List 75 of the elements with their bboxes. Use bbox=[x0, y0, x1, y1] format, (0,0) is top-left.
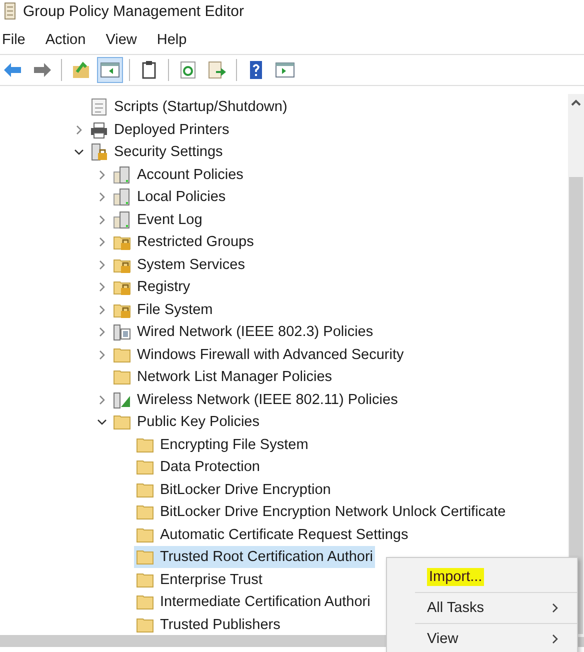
folder-icon bbox=[136, 526, 154, 544]
vertical-scrollbar[interactable] bbox=[568, 94, 584, 637]
tree-item[interactable]: Wired Network (IEEE 802.3) Policies bbox=[111, 321, 376, 344]
tree-item[interactable]: Event Log bbox=[111, 208, 204, 231]
tree-item[interactable]: Registry bbox=[111, 276, 192, 298]
expand-chevron-icon[interactable] bbox=[97, 327, 107, 338]
server-lock-icon bbox=[90, 143, 108, 162]
expand-chevron-icon[interactable] bbox=[97, 304, 107, 315]
script-icon bbox=[90, 98, 108, 116]
panel-icon bbox=[100, 60, 120, 80]
expand-chevron-icon[interactable] bbox=[97, 214, 107, 225]
folder-icon bbox=[136, 480, 154, 499]
tree-item[interactable]: Wireless Network (IEEE 802.11) Policies bbox=[111, 388, 400, 411]
expand-chevron-icon[interactable] bbox=[97, 282, 107, 292]
menu-item[interactable]: All Tasks bbox=[387, 593, 577, 623]
tree-item[interactable]: Scripts (Startup/Shutdown) bbox=[88, 96, 290, 118]
folder-icon bbox=[136, 548, 154, 566]
tree-item[interactable]: BitLocker Drive Encryption bbox=[134, 478, 333, 501]
tree-item[interactable]: Account Policies bbox=[111, 164, 246, 186]
folder-icon bbox=[136, 458, 154, 476]
folder-up-icon bbox=[71, 60, 91, 80]
folder-icon bbox=[136, 503, 154, 522]
tree-item[interactable]: Local Policies bbox=[111, 186, 228, 208]
tree-item[interactable]: Automatic Certificate Request Settings bbox=[134, 524, 410, 546]
right-arrow-icon bbox=[32, 60, 52, 80]
wireless-icon bbox=[113, 390, 131, 409]
refresh-icon bbox=[178, 60, 198, 80]
expand-chevron-icon[interactable] bbox=[97, 192, 107, 202]
expand-chevron-icon[interactable] bbox=[97, 394, 107, 405]
tree-item[interactable]: Trusted Root Certification Authori bbox=[134, 546, 376, 568]
tree-item[interactable]: Enterprise Trust bbox=[134, 568, 264, 591]
collapse-chevron-icon[interactable] bbox=[97, 417, 107, 428]
expand-chevron-icon[interactable] bbox=[74, 124, 84, 135]
tree-item[interactable]: Intermediate Certification Authori bbox=[134, 591, 372, 614]
scroll-icon bbox=[3, 2, 17, 20]
tree-item[interactable]: Data Protection bbox=[134, 456, 262, 478]
tree-item[interactable]: Restricted Groups bbox=[111, 231, 256, 254]
expand-chevron-icon[interactable] bbox=[97, 260, 107, 270]
tree-item[interactable]: Encrypting File System bbox=[134, 434, 310, 456]
tree-item[interactable]: Deployed Printers bbox=[88, 118, 232, 141]
expand-chevron-icon[interactable] bbox=[97, 237, 107, 248]
folder-icon bbox=[136, 593, 154, 612]
export-icon bbox=[207, 60, 227, 80]
server-icon bbox=[113, 166, 131, 184]
folder-icon bbox=[113, 368, 131, 386]
folder-icon bbox=[136, 570, 154, 589]
window-title: Group Policy Management Editor bbox=[23, 2, 244, 20]
tree-item[interactable]: System Services bbox=[111, 254, 247, 276]
tree-item[interactable]: Security Settings bbox=[88, 141, 225, 164]
network-icon bbox=[113, 323, 131, 342]
server-icon bbox=[113, 188, 131, 206]
folder-icon bbox=[136, 436, 154, 454]
expand-chevron-icon[interactable] bbox=[97, 170, 107, 180]
scroll-up-icon[interactable] bbox=[571, 99, 581, 107]
tree-item[interactable]: Network List Manager Policies bbox=[111, 366, 334, 388]
console-tree-button[interactable] bbox=[97, 57, 123, 83]
menu-item[interactable]: Action bbox=[43, 30, 92, 50]
tree-item[interactable]: Public Key Policies bbox=[111, 411, 262, 434]
menu-item[interactable]: File bbox=[0, 30, 32, 50]
menu-item[interactable]: Help bbox=[154, 30, 193, 50]
server-icon bbox=[113, 210, 131, 229]
menu-item[interactable]: Import... bbox=[387, 562, 577, 592]
tree-item[interactable]: Trusted Publishers bbox=[134, 614, 282, 636]
tree-item[interactable]: Windows Firewall with Advanced Security bbox=[111, 344, 406, 366]
tree-item[interactable]: BitLocker Drive Encryption Network Unlock Certificate bbox=[134, 501, 508, 524]
collapse-chevron-icon[interactable] bbox=[74, 147, 84, 158]
menu-item[interactable]: View bbox=[104, 30, 143, 50]
tree-item[interactable]: File System bbox=[111, 298, 215, 321]
printer-icon bbox=[90, 120, 108, 139]
panel-icon bbox=[275, 60, 295, 80]
menu-item[interactable]: View bbox=[387, 624, 577, 652]
folder-icon bbox=[113, 413, 131, 432]
expand-chevron-icon[interactable] bbox=[97, 350, 107, 360]
folder-icon bbox=[136, 616, 154, 634]
folder-icon bbox=[113, 346, 131, 364]
